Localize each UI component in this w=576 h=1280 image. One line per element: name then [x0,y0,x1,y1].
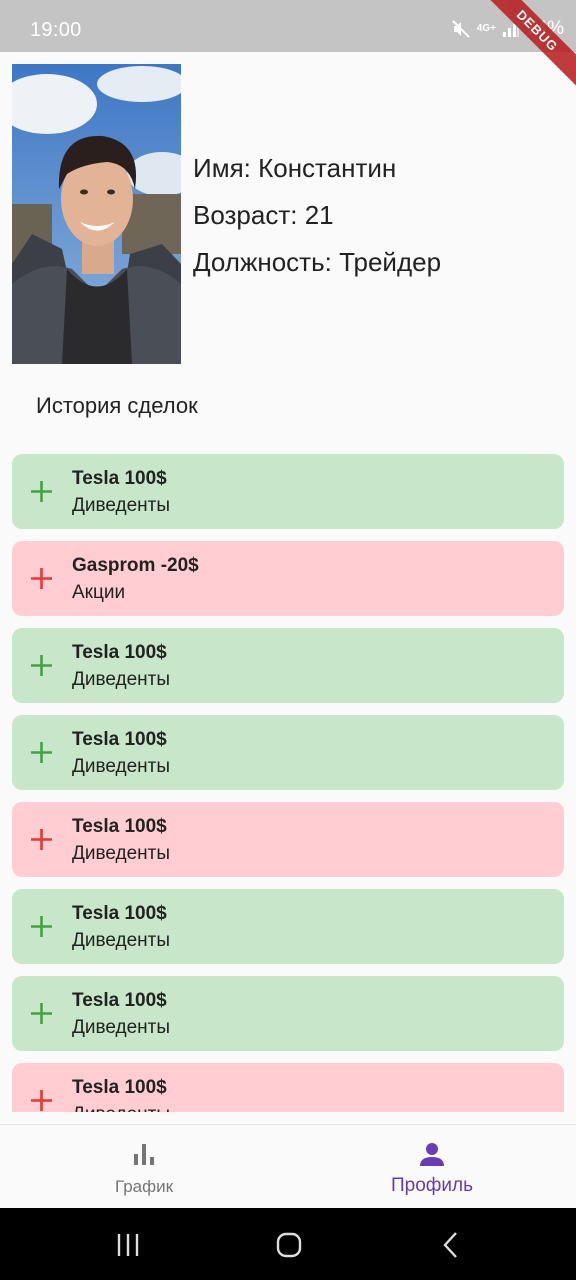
deal-item[interactable]: Tesla 100$ Диведенты [12,1063,564,1112]
plus-icon [31,481,52,502]
deal-item[interactable]: Gasprom -20$ Акции [12,541,564,616]
bar-chart-icon [134,1144,154,1165]
deal-title: Gasprom -20$ [72,555,199,576]
bottom-navigation: График Профиль [0,1124,576,1208]
deal-item[interactable]: Tesla 100$ Диведенты [12,889,564,964]
deal-subtitle: Диведенты [72,1017,171,1038]
person-icon [420,1143,444,1166]
deal-item[interactable]: Tesla 100$ Диведенты [12,976,564,1051]
profile-age: Возраст: 21 [193,200,334,230]
deal-title: Tesla 100$ [72,903,167,924]
recent-apps-icon[interactable] [113,1230,143,1260]
deal-item[interactable]: Tesla 100$ Диведенты [12,802,564,877]
profile-photo [12,64,181,364]
deal-title: Tesla 100$ [72,468,167,489]
deal-subtitle: Диведенты [72,669,171,690]
profile-position: Должность: Трейдер [193,247,442,277]
system-navigation-bar [0,1208,576,1280]
deal-subtitle: Диведенты [72,1104,170,1112]
mute-icon [452,20,470,38]
deal-item[interactable]: Tesla 100$ Диведенты [12,454,564,529]
plus-icon [31,568,52,589]
plus-icon [31,742,52,763]
nav-chart[interactable]: График [0,1125,288,1209]
deals-list[interactable]: Tesla 100$ Диведенты Gasprom -20$ Акции … [0,440,576,1112]
history-title: История сделок [36,393,198,418]
deal-subtitle: Диведенты [72,495,171,516]
plus-icon [31,1090,52,1111]
network-label: 4G+ [476,23,496,34]
deal-item[interactable]: Tesla 100$ Диведенты [12,715,564,790]
deal-subtitle: Диведенты [72,930,171,951]
profile-section: Имя: Константин Возраст: 21 Должность: Т… [12,64,564,364]
plus-icon [31,1003,52,1024]
nav-chart-label: График [114,1177,174,1196]
deal-subtitle: Диведенты [72,843,171,864]
deal-title: Tesla 100$ [72,816,167,837]
deal-subtitle: Акции [72,582,126,603]
nav-profile-label: Профиль [390,1175,474,1196]
deal-title: Tesla 100$ [72,990,167,1011]
deal-subtitle: Диведенты [72,756,171,777]
plus-icon [31,829,52,850]
plus-icon [31,655,52,676]
deal-title: Tesla 100$ [72,642,167,663]
profile-name: Имя: Константин [193,153,397,183]
nav-profile[interactable]: Профиль [288,1125,576,1209]
plus-icon [31,916,52,937]
deal-item[interactable]: Tesla 100$ Диведенты [12,628,564,703]
deal-title: Tesla 100$ [72,1077,167,1098]
deal-title: Tesla 100$ [72,729,167,750]
status-bar: 19:00 4G+ 14% DEBUG [0,0,576,92]
back-icon[interactable] [436,1230,466,1260]
status-time: 19:00 [30,19,82,41]
home-icon[interactable] [274,1230,304,1260]
